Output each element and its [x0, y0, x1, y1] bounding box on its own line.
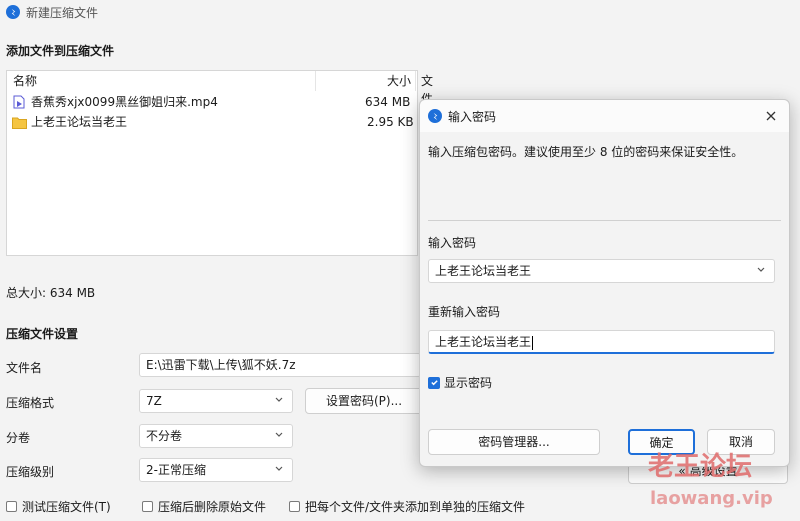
password-dialog: 输入密码 输入压缩包密码。建议使用至少 8 位的密码来保证安全性。 输入密码 上… — [419, 99, 790, 467]
password-value: 上老王论坛当老王 — [435, 264, 532, 278]
add-files-heading: 添加文件到压缩文件 — [6, 44, 115, 58]
chevron-down-icon — [275, 432, 283, 437]
format-select[interactable]: 7Z — [139, 389, 293, 413]
column-header-name[interactable]: 名称 — [13, 72, 37, 90]
file-row[interactable]: 香蕉秀xjx0099黑丝御姐归来.mp4 634 MB — [7, 92, 417, 112]
video-file-icon — [12, 95, 26, 109]
chevron-down-icon — [275, 397, 283, 402]
chevron-down-icon[interactable] — [756, 264, 766, 274]
delete-after-label: 压缩后删除原始文件 — [158, 500, 267, 514]
test-archive-checkbox[interactable] — [6, 501, 17, 512]
check-icon — [430, 380, 438, 386]
close-icon[interactable] — [764, 109, 778, 123]
level-select[interactable]: 2-正常压缩 — [139, 458, 293, 482]
test-archive-option[interactable]: 测试压缩文件(T) — [6, 498, 111, 515]
reenter-password-input[interactable]: 上老王论坛当老王 — [428, 330, 775, 354]
delete-after-option[interactable]: 压缩后删除原始文件 — [142, 498, 266, 515]
dialog-description: 输入压缩包密码。建议使用至少 8 位的密码来保证安全性。 — [428, 145, 744, 159]
show-password-option[interactable]: 显示密码 — [428, 374, 492, 391]
delete-after-checkbox[interactable] — [142, 501, 153, 512]
level-label: 压缩级别 — [6, 465, 55, 479]
password-input[interactable]: 上老王论坛当老王 — [428, 259, 775, 283]
chevron-down-icon — [275, 466, 283, 471]
file-size: 2.95 KB — [367, 115, 414, 129]
filename-label: 文件名 — [6, 361, 43, 375]
password-manager-button[interactable]: 密码管理器... — [428, 429, 600, 455]
file-list[interactable]: 名称 大小 文件路径 香蕉秀xjx0099黑丝御姐归来.mp4 634 MB 上… — [6, 70, 433, 256]
show-password-label: 显示密码 — [444, 376, 493, 390]
show-password-checkbox[interactable] — [428, 376, 440, 389]
settings-heading: 压缩文件设置 — [6, 327, 79, 341]
separate-archives-option[interactable]: 把每个文件/文件夹添加到单独的压缩文件 — [289, 498, 525, 515]
column-header-path[interactable]: 文件路径 — [421, 72, 433, 142]
app-icon — [428, 109, 442, 123]
file-name: 香蕉秀xjx0099黑丝御姐归来.mp4 — [31, 95, 218, 109]
level-select-value: 2-正常压缩 — [146, 463, 206, 477]
total-size-label: 总大小: 634 MB — [6, 286, 96, 300]
watermark-text: 老王论坛 — [648, 452, 753, 482]
dialog-title: 输入密码 — [448, 110, 497, 124]
separate-archives-checkbox[interactable] — [289, 501, 300, 512]
split-label: 分卷 — [6, 431, 31, 445]
folder-icon — [12, 115, 27, 129]
format-label: 压缩格式 — [6, 396, 55, 410]
column-header-size[interactable]: 大小 — [387, 72, 411, 90]
window-title: 新建压缩文件 — [26, 6, 99, 20]
split-select[interactable]: 不分卷 — [139, 424, 293, 448]
set-password-button[interactable]: 设置密码(P)... — [305, 388, 423, 414]
filename-input[interactable]: E:\迅雷下载\上传\狐不妖.7z — [139, 353, 421, 377]
app-icon — [6, 5, 20, 19]
format-select-value: 7Z — [146, 394, 162, 408]
reenter-password-value: 上老王论坛当老王 — [435, 335, 532, 349]
divider — [428, 220, 781, 221]
reenter-password-label: 重新输入密码 — [428, 305, 501, 319]
text-cursor — [532, 335, 534, 350]
password-label: 输入密码 — [428, 236, 477, 250]
dialog-header: 输入密码 — [420, 100, 789, 132]
file-name: 上老王论坛当老王 — [31, 115, 128, 129]
file-size: 634 MB — [365, 95, 411, 109]
file-row[interactable]: 上老王论坛当老王 2.95 KB — [7, 112, 417, 132]
test-archive-label: 测试压缩文件(T) — [22, 500, 111, 514]
separate-archives-label: 把每个文件/文件夹添加到单独的压缩文件 — [305, 500, 526, 514]
split-select-value: 不分卷 — [146, 429, 183, 443]
watermark-url: laowang.vip — [650, 488, 773, 509]
